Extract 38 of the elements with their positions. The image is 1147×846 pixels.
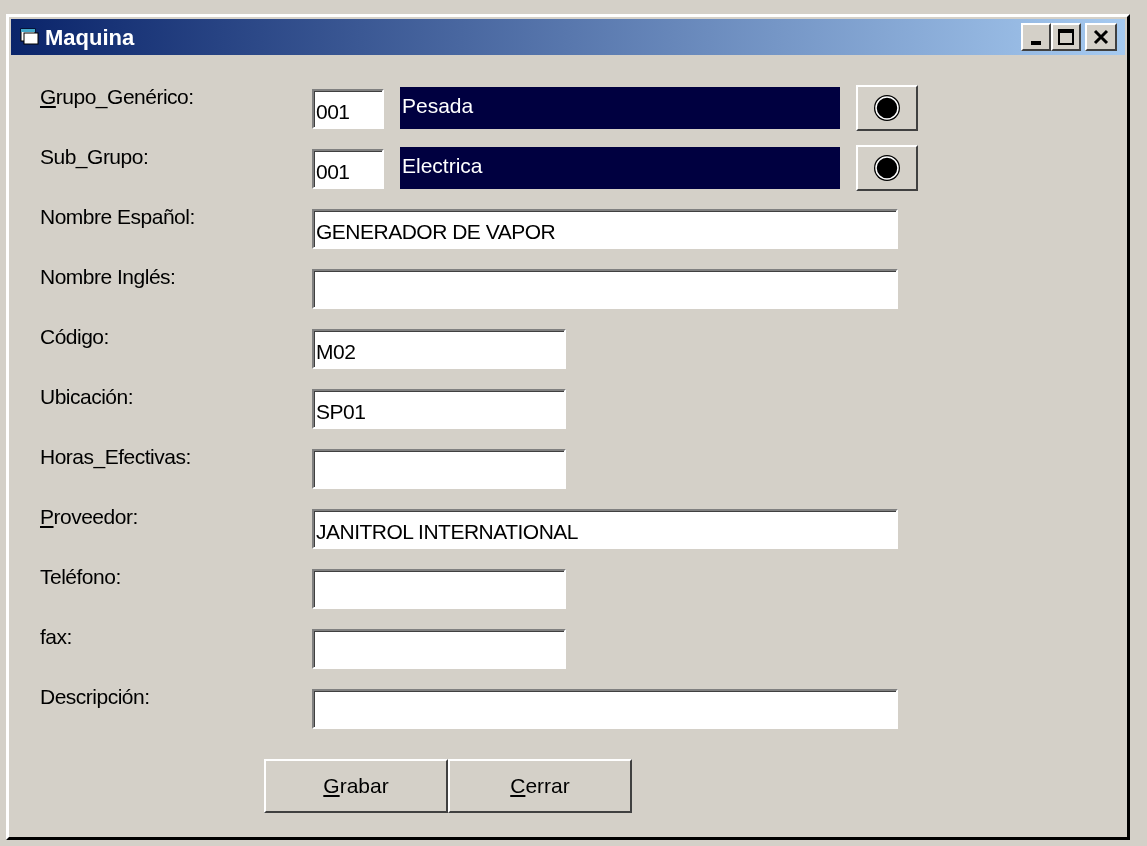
text-field[interactable]: SP01 <box>312 389 566 429</box>
field-label: Descripción: <box>40 685 151 709</box>
text-field[interactable] <box>312 689 898 729</box>
text-field[interactable] <box>312 449 566 489</box>
maximize-icon <box>1058 29 1074 45</box>
text-field[interactable] <box>312 269 898 309</box>
text-field[interactable] <box>312 629 566 669</box>
window-title: Maquina <box>45 23 135 52</box>
field-label: Grupo_Genérico: <box>40 85 195 109</box>
circle-icon <box>872 93 902 123</box>
text-field[interactable]: JANITROL INTERNATIONAL <box>312 509 898 549</box>
minimize-icon <box>1031 41 1041 45</box>
field-label: Teléfono: <box>40 565 122 589</box>
lookup-button[interactable] <box>856 85 918 131</box>
field-label: Código: <box>40 325 110 349</box>
dialog-button[interactable]: Cerrar <box>448 759 632 813</box>
field-label: Nombre Español: <box>40 205 196 229</box>
code-field[interactable]: 001 <box>312 89 384 129</box>
field-label: Ubicación: <box>40 385 135 409</box>
lookup-button[interactable] <box>856 145 918 191</box>
field-label: Horas_Efectivas: <box>40 445 192 469</box>
field-label: fax: <box>40 625 73 649</box>
text-field[interactable]: M02 <box>312 329 566 369</box>
name-display: Electrica <box>400 147 840 189</box>
field-label: Nombre Inglés: <box>40 265 177 289</box>
text-field[interactable] <box>312 569 566 609</box>
field-label: Sub_Grupo: <box>40 145 150 169</box>
close-icon <box>1093 29 1109 45</box>
window-icon <box>19 27 41 47</box>
dialog-button[interactable]: Grabar <box>264 759 448 813</box>
code-field[interactable]: 001 <box>312 149 384 189</box>
minimize-button[interactable] <box>1021 23 1051 51</box>
maximize-button[interactable] <box>1051 23 1081 51</box>
close-button[interactable] <box>1085 23 1117 51</box>
field-label: Proveedor: <box>40 505 139 529</box>
text-field[interactable]: GENERADOR DE VAPOR <box>312 209 898 249</box>
name-display: Pesada <box>400 87 840 129</box>
circle-icon <box>872 153 902 183</box>
